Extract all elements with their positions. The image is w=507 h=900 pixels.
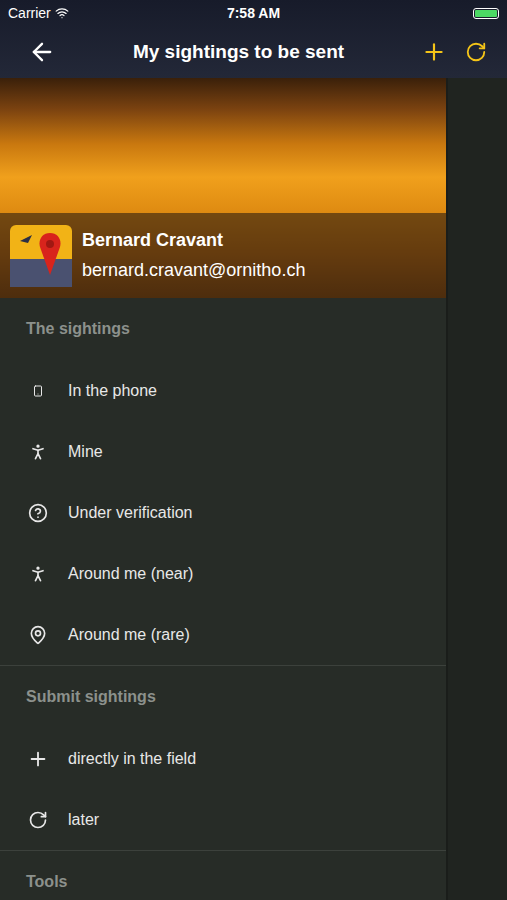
back-button[interactable]	[28, 38, 56, 66]
plus-icon	[27, 748, 49, 770]
status-bar: Carrier7:58 AM	[0, 0, 507, 26]
question-icon	[28, 503, 48, 523]
profile: Bernard Cravant bernard.cravant@ornitho.c…	[0, 213, 446, 298]
menu-item[interactable]: In the phone	[0, 360, 446, 421]
section-title: The sightings	[0, 298, 446, 360]
header-photo: Bernard Cravant bernard.cravant@ornitho.c…	[0, 78, 446, 298]
carrier: Carrier	[8, 5, 227, 21]
plus-icon	[421, 39, 447, 65]
status-time: 7:58 AM	[227, 5, 280, 21]
backdrop[interactable]	[448, 78, 507, 900]
person-around-icon	[28, 564, 48, 584]
menu-section: The sightingsIn the phoneMineUnder verif…	[0, 298, 446, 665]
back-arrow-icon	[28, 38, 56, 66]
add-button[interactable]	[421, 39, 447, 65]
section-title: Tools	[0, 851, 446, 900]
menu-item[interactable]: Under verification	[0, 482, 446, 543]
person-icon	[28, 442, 48, 462]
top-bars: Carrier7:58 AM My sightings to be sent	[0, 0, 507, 78]
wifi-icon	[55, 6, 69, 20]
refresh-plus-icon	[28, 810, 48, 830]
menu-section: Tools	[0, 850, 446, 900]
menu-item[interactable]: Mine	[0, 421, 446, 482]
nav-title: My sightings to be sent	[68, 41, 409, 63]
phone-icon	[32, 385, 44, 397]
profile-email: bernard.cravant@ornitho.ch	[82, 260, 305, 281]
drawer: Bernard Cravant bernard.cravant@ornitho.c…	[0, 78, 448, 900]
nav-bar: My sightings to be sent	[0, 26, 507, 78]
menu-item[interactable]: directly in the field	[0, 728, 446, 789]
battery-icon	[473, 8, 499, 19]
menu-section: Submit sightingsdirectly in the fieldlat…	[0, 665, 446, 850]
profile-name: Bernard Cravant	[82, 230, 305, 251]
refresh-plus-icon	[465, 41, 487, 63]
ornitho-logo-icon	[10, 225, 72, 287]
menu-item[interactable]: Around me (rare)	[0, 604, 446, 665]
screen: Carrier7:58 AM My sightings to be sent Ber…	[0, 0, 507, 900]
menu-item[interactable]: later	[0, 789, 446, 850]
section-title: Submit sightings	[0, 666, 446, 728]
add-later-button[interactable]	[465, 39, 487, 65]
pin-around-icon	[28, 625, 48, 645]
menu-item[interactable]: Around me (near)	[0, 543, 446, 604]
